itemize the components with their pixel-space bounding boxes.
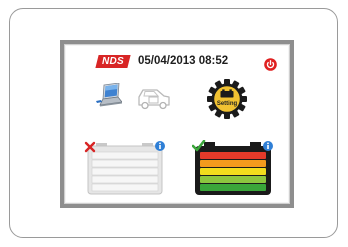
brand-logo: NDS [95,55,131,68]
setting-button[interactable]: Setting [207,79,247,119]
charge-bar-3 [200,168,266,175]
info-icon[interactable] [263,141,273,151]
laptop-icon[interactable] [96,83,122,107]
charge-bar-1 [200,152,266,159]
charge-bar-2 [200,160,266,167]
battery-outline [87,143,163,195]
battery-tile-2[interactable] [192,140,274,196]
datetime-display: 05/04/2013 08:52 [138,55,229,67]
car-icon[interactable] [136,86,172,112]
charge-bar-5 [200,184,266,191]
brand-label: NDS [101,56,124,67]
battery-outline [195,142,271,195]
setting-gear-icon [207,79,247,119]
battery-tile-1[interactable] [84,140,166,196]
charge-bar-4 [200,176,266,183]
power-icon[interactable] [264,58,277,71]
info-icon[interactable] [155,141,165,151]
touch-screen: NDS 05/04/2013 08:52 Setting [66,46,288,202]
